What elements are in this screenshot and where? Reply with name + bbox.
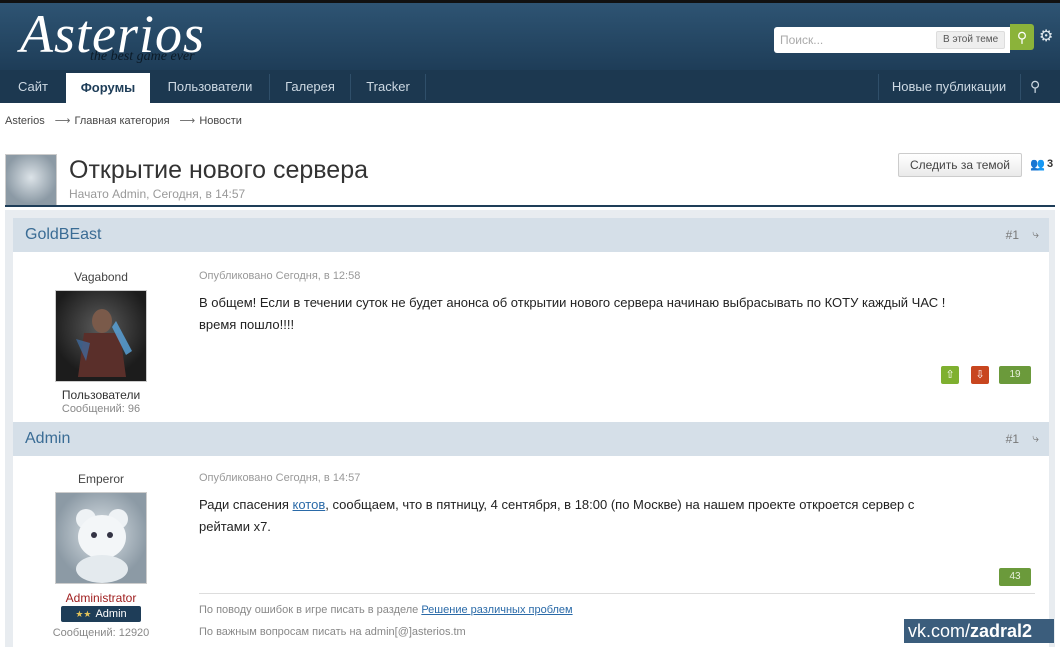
followers-icon[interactable]: 👥 — [1030, 157, 1045, 171]
watermark-prefix: vk.com/ — [908, 621, 971, 641]
page-title: Открытие нового сервера — [69, 156, 369, 184]
search-icon: ⚲ — [1016, 29, 1028, 45]
site-logo[interactable]: Asterios the best game ever — [20, 4, 240, 69]
post-number[interactable]: #1 — [1006, 432, 1019, 446]
breadcrumb-item[interactable]: Asterios — [5, 115, 45, 127]
admin-badge-label: Admin — [95, 608, 127, 620]
nav-item-forums[interactable]: Форумы — [66, 73, 150, 103]
post-text-link[interactable]: котов — [293, 497, 326, 512]
post-header: Admin #1 ⤷ — [13, 422, 1049, 456]
post-text-line: рейтами x7. — [199, 519, 271, 534]
user-avatar[interactable] — [55, 492, 147, 584]
logo-tagline: the best game ever — [90, 49, 195, 64]
divider — [5, 205, 1055, 207]
site-header: Asterios the best game ever В этой теме — [0, 0, 1060, 70]
breadcrumb-item[interactable]: Главная категория — [75, 115, 170, 127]
post-text-line: Ради спасения котов, сообщаем, что в пят… — [199, 494, 1029, 516]
topic-started-info: Начато Admin, Сегодня, в 14:57 — [69, 187, 246, 201]
reputation-count: 43 — [999, 568, 1031, 586]
arrow-down-icon: ⇩ — [975, 369, 985, 381]
topic-author-avatar[interactable] — [5, 154, 57, 206]
vote-up-button[interactable]: ⇧ — [941, 366, 959, 384]
nav-item-site[interactable]: Сайт — [0, 70, 66, 103]
nav-divider — [425, 74, 426, 100]
user-avatar[interactable] — [55, 290, 147, 382]
signature-line: По поводу ошибок в игре писать в разделе… — [199, 604, 573, 616]
watermark-name: zadral2 — [970, 621, 1033, 641]
search-input[interactable] — [774, 27, 934, 53]
breadcrumb-item[interactable]: Новости — [199, 115, 242, 127]
user-post-count: Сообщений: 96 — [61, 403, 141, 415]
followers-count: 3 — [1047, 158, 1054, 170]
post-text-line: В общем! Если в течении суток не будет а… — [199, 295, 946, 310]
post-text: Ради спасения котов, сообщаем, что в пят… — [199, 494, 1029, 538]
post-date[interactable]: Опубликовано Сегодня, в 12:58 — [199, 270, 360, 282]
watermark: vk.com/zadral2 — [904, 619, 1054, 643]
signature-link[interactable]: Решение различных проблем — [421, 604, 572, 616]
search-button[interactable]: ⚲ — [1010, 24, 1034, 50]
post-header: GoldBEast #1 ⤷ — [13, 218, 1049, 252]
nav-divider — [1020, 74, 1021, 100]
breadcrumb: Asterios ⟶ Главная категория ⟶ Новости — [5, 114, 246, 127]
map-pin-icon[interactable]: ⚲ — [1030, 78, 1040, 95]
share-icon[interactable]: ⤷ — [1032, 227, 1039, 242]
post-author-name[interactable]: Admin — [25, 430, 70, 448]
follow-topic-button[interactable]: Следить за темой — [898, 153, 1022, 177]
post-body: Emperor Administrator ★★ Admin Сообщений:… — [13, 456, 1049, 647]
search-box: В этой теме — [774, 27, 1010, 53]
bear-figure-icon — [76, 509, 128, 583]
share-icon[interactable]: ⤷ — [1032, 431, 1039, 446]
signature-divider — [199, 593, 1035, 594]
post-body: Vagabond Пользователи Сообщений: 96 Опуб… — [13, 252, 1049, 422]
signature-text: По поводу ошибок в игре писать в разделе — [199, 604, 422, 616]
nav-item-users[interactable]: Пользователи — [152, 70, 268, 103]
main-nav: Сайт Форумы Пользователи Галерея Tracker… — [0, 70, 1060, 103]
user-group: Administrator — [65, 591, 137, 605]
post-date[interactable]: Опубликовано Сегодня, в 14:57 — [199, 472, 360, 484]
nav-item-new-posts[interactable]: Новые публикации — [879, 70, 1019, 103]
arrow-right-icon: ⟶ — [54, 115, 71, 127]
post-text-segment: , сообщаем, что в пятницу, 4 сентября, в… — [325, 497, 915, 512]
post-number[interactable]: #1 — [1006, 228, 1019, 242]
arrow-up-icon: ⇧ — [945, 369, 955, 381]
star-icon: ★★ — [75, 609, 92, 619]
user-post-count: Сообщений: 12920 — [52, 627, 150, 639]
nav-item-gallery[interactable]: Галерея — [270, 70, 350, 103]
nav-item-tracker[interactable]: Tracker — [351, 70, 425, 103]
posts-container: GoldBEast #1 ⤷ Vagabond Пользователи Соо… — [5, 210, 1055, 647]
search-scope-selector[interactable]: В этой теме — [936, 31, 1006, 49]
user-group: Пользователи — [61, 388, 141, 402]
admin-badge: ★★ Admin — [61, 606, 141, 622]
warrior-figure-icon — [76, 309, 132, 377]
signature-line: По важным вопросам писать на admin[@]ast… — [199, 626, 466, 638]
vote-down-button[interactable]: ⇩ — [971, 366, 989, 384]
user-rank: Emperor — [77, 472, 124, 486]
arrow-right-icon: ⟶ — [179, 115, 196, 127]
post-text-segment: Ради спасения — [199, 497, 293, 512]
gear-icon[interactable]: ⚙ — [1039, 26, 1053, 46]
post-text-line: время пошло!!!! — [199, 317, 295, 332]
reputation-count: 19 — [999, 366, 1031, 384]
post-text: В общем! Если в течении суток не будет а… — [199, 292, 1029, 336]
user-rank: Vagabond — [74, 270, 128, 284]
post-author-name[interactable]: GoldBEast — [25, 226, 101, 244]
